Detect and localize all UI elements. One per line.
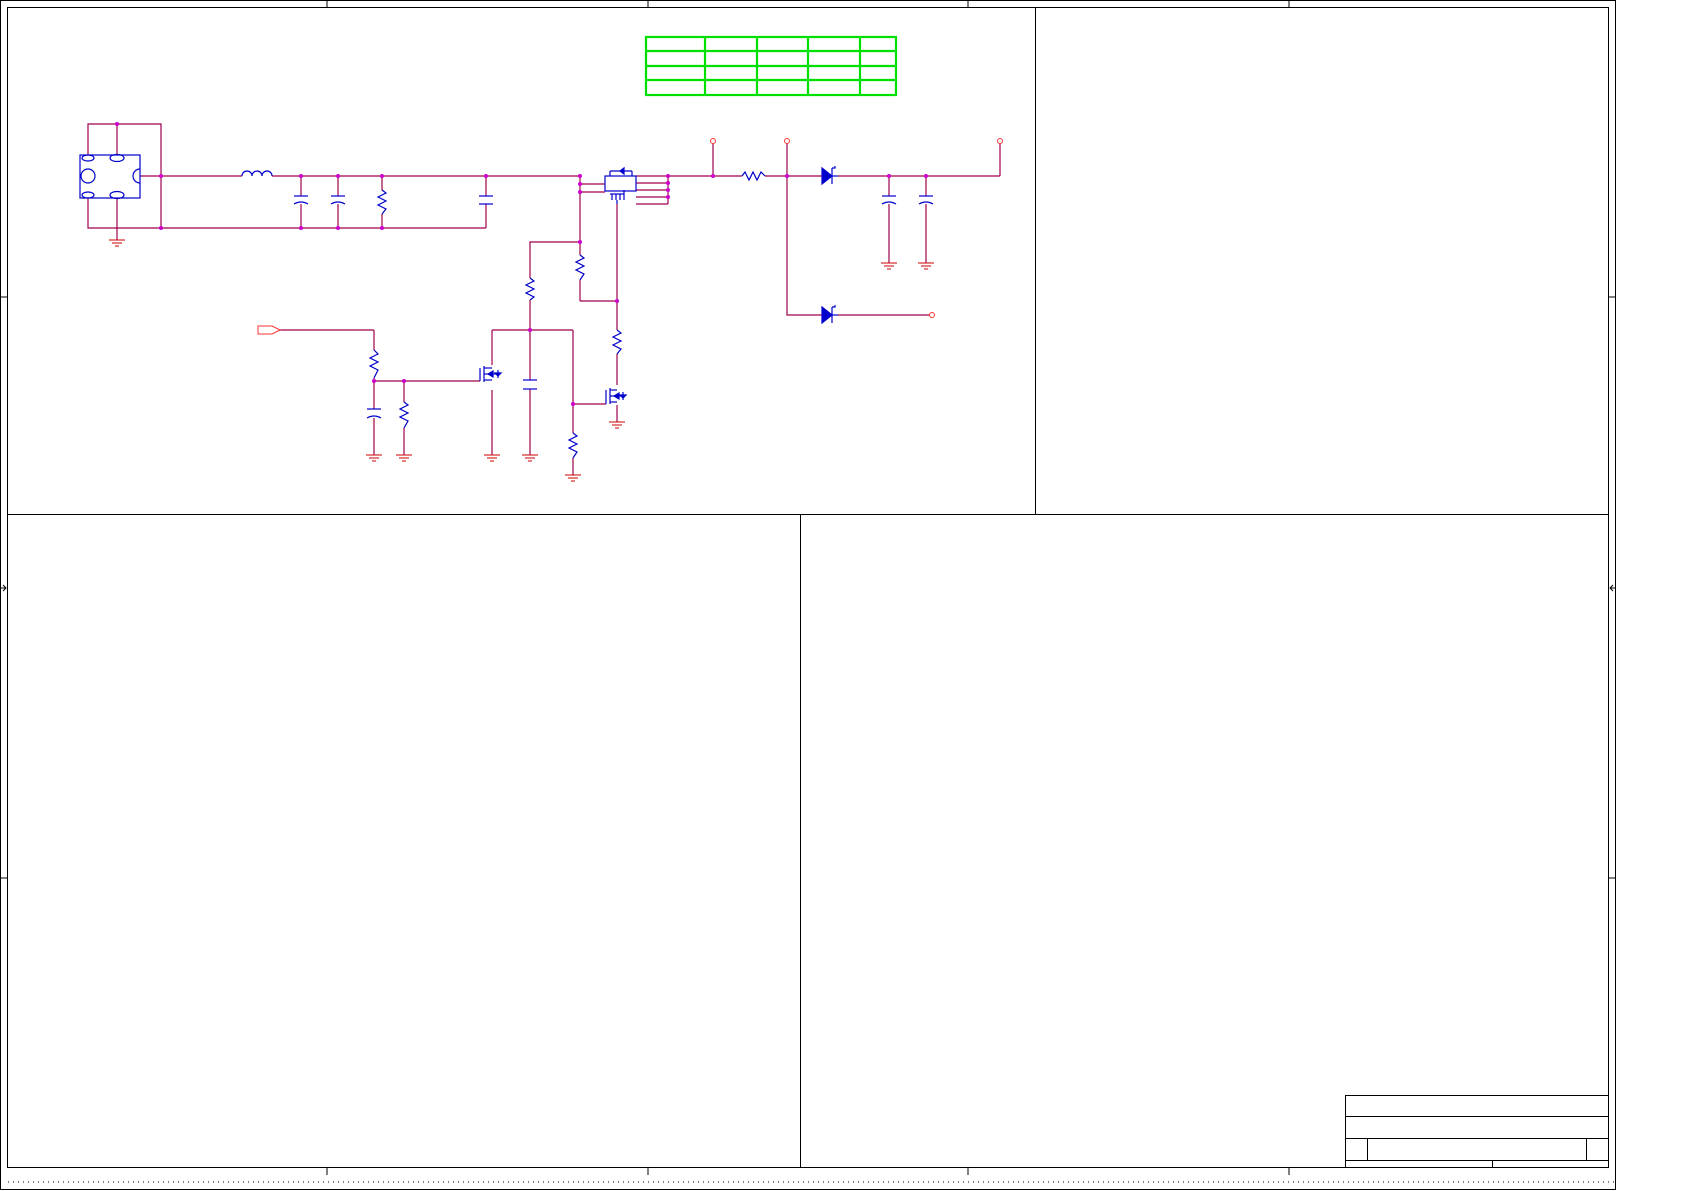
ground-symbols — [109, 239, 934, 482]
resistor-icon — [567, 432, 579, 459]
resistor-icon — [376, 189, 388, 215]
resistor-icon — [611, 329, 623, 355]
test-point-icon — [997, 138, 1003, 144]
power-jack-icon — [79, 153, 141, 200]
capacitor-icon — [918, 195, 934, 205]
ground-icon — [396, 454, 412, 462]
schematic-sheet — [0, 0, 1616, 1190]
ground-icon — [609, 421, 625, 429]
ground-icon — [484, 454, 500, 462]
title-block — [1345, 1095, 1609, 1168]
capacitor-icon — [293, 195, 309, 205]
diode-icon — [821, 166, 838, 186]
resistor-icon — [741, 170, 766, 182]
ground-icon — [522, 454, 538, 462]
ground-icon — [881, 262, 897, 270]
test-point-icon — [710, 138, 716, 144]
wires — [87, 123, 1001, 475]
components — [79, 153, 934, 459]
capacitor-icon — [366, 408, 382, 419]
resistor-icon — [524, 277, 536, 301]
junctions — [115, 122, 928, 406]
p-mosfet-icon — [604, 166, 637, 204]
resistor-icon — [368, 349, 380, 379]
ports — [257, 138, 1003, 335]
capacitor-icon — [330, 195, 346, 205]
test-point-icon — [784, 138, 790, 144]
ground-icon — [366, 454, 382, 462]
inductor-icon — [241, 170, 273, 177]
capacitor-icon — [523, 379, 537, 390]
ground-icon — [565, 474, 581, 482]
n-mosfet-icon — [605, 388, 628, 404]
parts-table — [644, 35, 898, 97]
n-mosfet-icon — [479, 366, 503, 382]
test-point-icon — [929, 312, 935, 318]
ground-icon — [918, 262, 934, 270]
input-port-icon — [257, 325, 282, 335]
capacitor-icon — [881, 195, 897, 205]
resistor-icon — [398, 401, 410, 429]
diode-icon — [821, 305, 838, 325]
resistor-icon — [574, 254, 586, 281]
capacitor-icon — [479, 195, 493, 205]
drawing-frame — [0, 0, 1616, 1190]
ground-icon — [109, 239, 125, 247]
